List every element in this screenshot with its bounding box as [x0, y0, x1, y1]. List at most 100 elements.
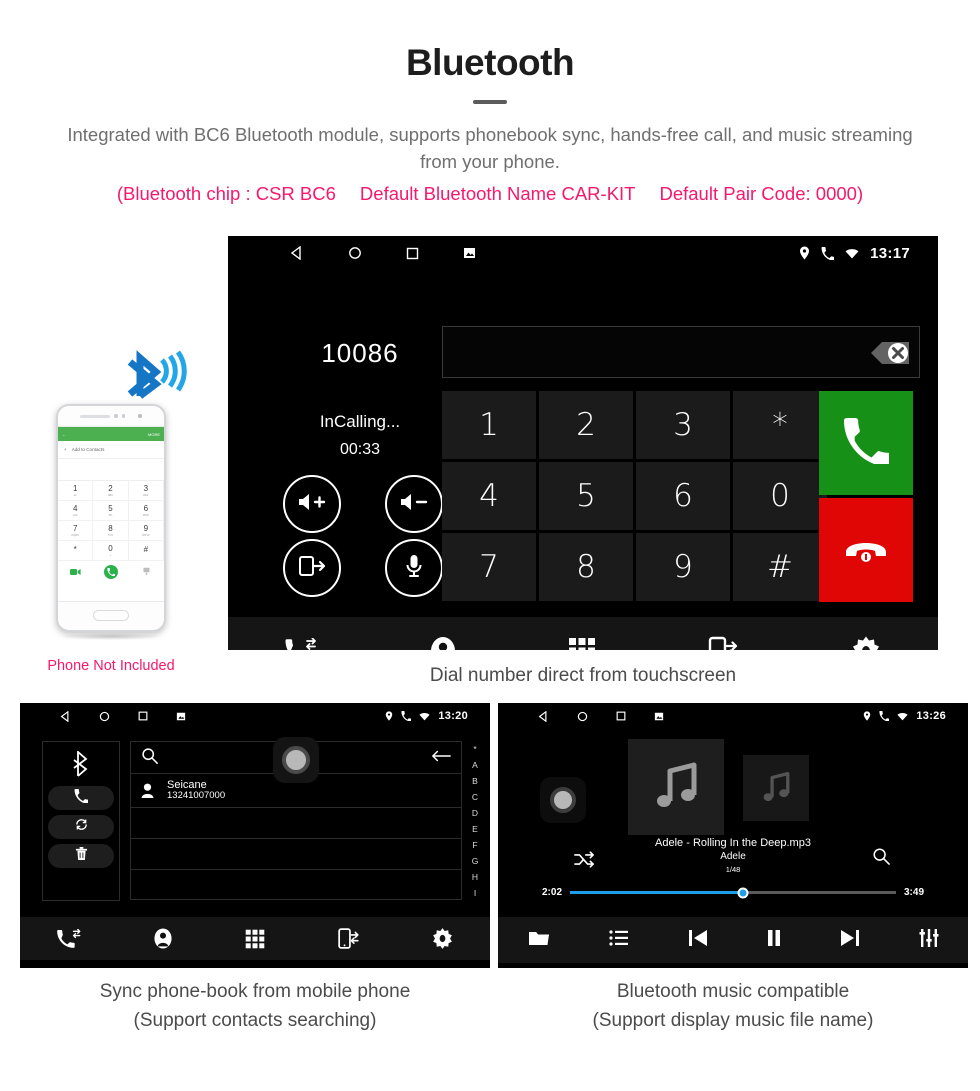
delete-contacts-button[interactable] — [48, 844, 114, 868]
nav-phone-sync[interactable] — [707, 635, 739, 650]
nav-keypad[interactable] — [245, 929, 265, 949]
phone-mockup: ← MORE + Add to Contacts 1 oo 2 ABC 3 DEF 4… — [56, 404, 166, 644]
nav-next[interactable] — [840, 929, 860, 952]
contact-search-bar[interactable] — [130, 737, 462, 783]
keypad-key[interactable]: 2 — [539, 391, 633, 459]
screenshot-icon[interactable] — [463, 247, 476, 259]
mute-button[interactable] — [385, 539, 443, 597]
progress-slider[interactable] — [570, 887, 896, 898]
progress-fill — [570, 891, 743, 894]
keypad-key[interactable]: 6 — [636, 462, 730, 530]
nav-contacts[interactable] — [153, 927, 173, 950]
album-art-current[interactable] — [628, 739, 724, 835]
phone-body: ← MORE + Add to Contacts 1 oo 2 ABC 3 DEF 4… — [56, 404, 166, 632]
phonebook-caption-line2: (Support contacts searching) — [133, 1009, 377, 1031]
volume-down-button[interactable] — [385, 475, 443, 533]
phone-icon — [879, 711, 890, 721]
alpha-item[interactable]: G — [472, 856, 479, 866]
back-icon[interactable] — [290, 246, 304, 260]
screenshot-icon[interactable] — [654, 712, 664, 721]
back-arrow-icon[interactable] — [431, 749, 451, 767]
back-icon[interactable] — [60, 710, 71, 722]
alpha-item[interactable]: C — [472, 792, 478, 802]
home-icon[interactable] — [348, 246, 362, 260]
backspace-icon[interactable] — [851, 335, 911, 371]
home-icon[interactable] — [99, 711, 110, 722]
keypad-key[interactable]: 5 — [539, 462, 633, 530]
keypad-key[interactable]: 3 — [636, 391, 730, 459]
dialer-screenshot: 13:17 10086 InCalling... 00:33 1 2 3 * 4… — [228, 236, 938, 650]
alpha-item[interactable]: A — [472, 760, 478, 770]
nav-folder[interactable] — [528, 929, 550, 952]
track-metadata: Adele - Rolling In the Deep.mp3 Adele 1/… — [498, 837, 968, 874]
phone-action-row — [58, 561, 164, 583]
volume-up-button[interactable] — [283, 475, 341, 533]
nav-equalizer[interactable] — [919, 928, 939, 952]
call-timer: 00:33 — [339, 441, 381, 458]
search-icon[interactable] — [141, 747, 158, 769]
bluetooth-logo-icon — [118, 346, 194, 406]
nav-pause[interactable] — [767, 929, 781, 952]
status-time: 13:20 — [438, 710, 468, 722]
alpha-item[interactable]: H — [472, 872, 478, 882]
transfer-to-phone-button[interactable] — [283, 539, 341, 597]
alpha-item[interactable]: E — [472, 824, 478, 834]
music-caption-line1: Bluetooth music compatible — [616, 981, 850, 1002]
number-input-field[interactable] — [442, 326, 920, 378]
phone-shadow — [59, 633, 163, 640]
phonebook-screenshot: 13:20 Seicane 13241007000 * A B C D E F … — [20, 703, 490, 968]
volume-knob-overlay — [540, 777, 586, 823]
shuffle-button[interactable] — [574, 851, 594, 873]
nav-keypad[interactable] — [568, 637, 596, 650]
nav-previous[interactable] — [688, 929, 708, 952]
keypad-key[interactable]: 0 — [733, 462, 827, 530]
alpha-item[interactable]: F — [472, 840, 477, 850]
keypad-key[interactable]: 8 — [539, 533, 633, 601]
home-icon[interactable] — [577, 711, 588, 722]
alpha-item[interactable]: D — [472, 808, 478, 818]
back-icon[interactable] — [538, 710, 549, 722]
bluetooth-status-icon — [71, 747, 91, 781]
music-search-button[interactable] — [872, 847, 890, 870]
nav-settings[interactable] — [431, 927, 454, 950]
spec-row: (Bluetooth chip : CSR BC6 Default Blueto… — [0, 183, 980, 205]
keypad-key[interactable]: 9 — [636, 533, 730, 601]
phone-back-icon: ← — [62, 431, 66, 437]
hangup-button[interactable] — [819, 498, 913, 602]
alphabet-index[interactable]: * A B C D E F G H I — [464, 741, 486, 901]
nav-playlist[interactable] — [608, 929, 629, 951]
nav-call-history[interactable] — [56, 928, 82, 949]
nav-phone-sync[interactable] — [337, 927, 360, 950]
recents-icon[interactable] — [406, 247, 419, 260]
dial-button[interactable] — [48, 786, 114, 810]
phone-number-field — [58, 459, 164, 481]
phone-key: 8 TUV — [93, 521, 129, 541]
alpha-item[interactable]: I — [474, 888, 476, 898]
screenshot-icon[interactable] — [176, 712, 186, 721]
alpha-item[interactable]: * — [473, 744, 476, 754]
call-button[interactable] — [819, 391, 913, 495]
page-subtitle: Integrated with BC6 Bluetooth module, su… — [67, 124, 913, 172]
alpha-item[interactable]: B — [472, 776, 478, 786]
phone-icon — [401, 711, 412, 721]
progress-thumb[interactable] — [737, 887, 749, 898]
nav-settings[interactable] — [850, 635, 882, 650]
music-body: Adele - Rolling In the Deep.mp3 Adele 1/… — [498, 729, 968, 915]
recents-icon[interactable] — [616, 711, 626, 721]
album-art-next[interactable] — [743, 755, 809, 821]
keypad-key[interactable]: 1 — [442, 391, 536, 459]
phonebook-caption-line1: Sync phone-book from mobile phone — [99, 981, 411, 1002]
nav-call-history[interactable] — [284, 637, 318, 650]
keypad-key[interactable]: # — [733, 533, 827, 601]
track-title: Adele - Rolling In the Deep.mp3 — [655, 837, 811, 849]
plus-icon: + — [64, 447, 67, 452]
keypad-key[interactable]: 4 — [442, 462, 536, 530]
nav-contacts[interactable] — [429, 635, 457, 650]
phonebook-body: Seicane 13241007000 * A B C D E F G H I — [20, 729, 490, 915]
sync-contacts-button[interactable] — [48, 815, 114, 839]
keypad-key[interactable]: 7 — [442, 533, 536, 601]
phone-key: 3 DEF — [128, 481, 164, 501]
recents-icon[interactable] — [138, 711, 148, 721]
dialed-number: 10086 — [321, 338, 399, 368]
keypad-key[interactable]: * — [733, 391, 827, 459]
